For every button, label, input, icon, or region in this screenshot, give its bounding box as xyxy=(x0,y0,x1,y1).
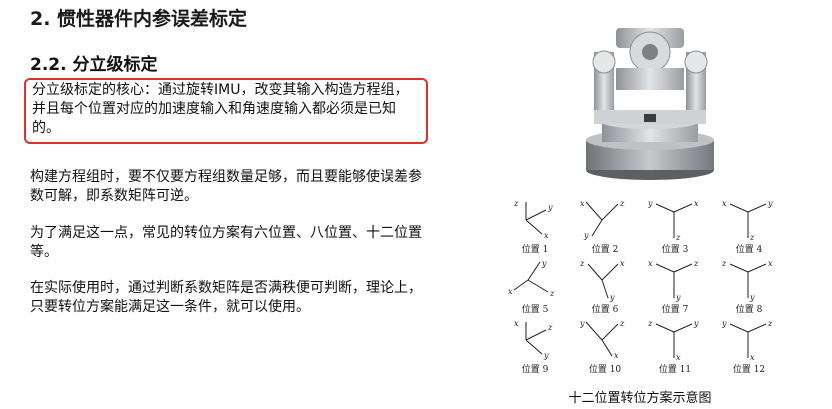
svg-text:x: x xyxy=(544,231,549,240)
position-5-diagram: y x z 位置 5 xyxy=(500,258,570,316)
svg-text:y: y xyxy=(722,319,727,328)
svg-text:x: x xyxy=(676,353,681,362)
svg-text:x: x xyxy=(620,259,625,268)
svg-text:x: x xyxy=(750,353,755,362)
svg-text:x: x xyxy=(508,287,513,296)
svg-text:x: x xyxy=(722,199,727,208)
svg-text:y: y xyxy=(579,319,585,328)
svg-text:z: z xyxy=(619,319,625,328)
position-label: 位置 4 xyxy=(735,245,763,255)
position-label: 位置 12 xyxy=(732,365,766,375)
figure-caption: 十二位置转位方案示意图 xyxy=(568,391,712,406)
svg-text:z: z xyxy=(619,199,625,208)
svg-text:y: y xyxy=(749,293,755,302)
position-2-diagram: x z y 位置 2 xyxy=(570,198,640,256)
svg-text:y: y xyxy=(541,259,547,268)
position-11-diagram: z y x 位置 11 xyxy=(640,318,710,376)
position-label: 位置 9 xyxy=(521,365,549,375)
twelve-position-diagram: z y x 位置 1 x z y 位置 2 y x z 位置 3 x y z 位置 4 y x z … xyxy=(500,198,784,376)
paragraph-2: 为了满足这一点，常见的转位方案有六位置、八位置、十二位置等。 xyxy=(30,225,422,260)
position-3-diagram: y x z 位置 3 xyxy=(640,198,710,256)
position-label: 位置 10 xyxy=(588,365,622,375)
svg-text:x: x xyxy=(580,199,585,208)
position-label: 位置 1 xyxy=(521,245,549,255)
position-4-diagram: x y z 位置 4 xyxy=(714,198,784,256)
svg-text:y: y xyxy=(693,319,699,328)
svg-text:x: x xyxy=(614,351,619,360)
svg-text:z: z xyxy=(648,319,653,328)
svg-text:y: y xyxy=(648,199,653,208)
svg-text:z: z xyxy=(675,233,681,242)
svg-text:y: y xyxy=(583,231,589,240)
svg-text:y: y xyxy=(675,293,681,302)
position-label: 位置 7 xyxy=(661,305,689,315)
svg-text:z: z xyxy=(513,199,519,208)
position-label: 位置 11 xyxy=(658,365,692,375)
svg-text:x: x xyxy=(768,259,773,268)
svg-text:z: z xyxy=(749,233,755,242)
svg-text:z: z xyxy=(549,289,555,298)
highlight-box: 分立级标定的核心：通过旋转IMU，改变其输入构造方程组，并且每个位置对应的加速度… xyxy=(24,78,428,144)
position-8-diagram: z x y 位置 8 xyxy=(714,258,784,316)
position-label: 位置 6 xyxy=(591,305,619,315)
position-7-diagram: x z y 位置 7 xyxy=(640,258,710,316)
position-1-diagram: z y x 位置 1 xyxy=(500,198,570,256)
svg-text:z: z xyxy=(767,319,773,328)
paragraph-1: 构建方程组时，要不仅要方程组数量足够，而且要能够使误差参数可解，即系数矩阵可逆。 xyxy=(30,169,422,204)
position-9-diagram: x z y 位置 9 xyxy=(500,318,570,376)
svg-text:z: z xyxy=(693,259,699,268)
position-label: 位置 5 xyxy=(521,305,549,315)
svg-text:x: x xyxy=(648,259,653,268)
svg-text:y: y xyxy=(543,351,549,360)
svg-text:x: x xyxy=(514,319,519,328)
svg-text:y: y xyxy=(609,293,615,302)
turntable-image xyxy=(560,22,740,182)
position-6-diagram: z x y 位置 6 xyxy=(570,258,640,316)
position-label: 位置 8 xyxy=(735,305,763,315)
paragraph-3: 在实际使用时，通过判断系数矩阵是否满秩便可判断，理论上，只要转位方案能满足这一条… xyxy=(30,280,422,315)
page-heading: 2. 惯性器件内参误差标定 xyxy=(30,8,248,30)
svg-text:z: z xyxy=(722,259,727,268)
svg-text:z: z xyxy=(547,323,553,332)
position-12-diagram: y z x 位置 12 xyxy=(714,318,784,376)
section-heading: 2.2. 分立级标定 xyxy=(30,55,158,75)
svg-text:z: z xyxy=(579,259,585,268)
svg-text:y: y xyxy=(547,203,553,212)
position-label: 位置 2 xyxy=(591,245,619,255)
position-label: 位置 3 xyxy=(661,245,689,255)
svg-text:y: y xyxy=(767,199,773,208)
highlight-text: 分立级标定的核心：通过旋转IMU，改变其输入构造方程组，并且每个位置对应的加速度… xyxy=(32,82,409,136)
position-10-diagram: y z x 位置 10 xyxy=(570,318,640,376)
svg-text:x: x xyxy=(694,199,699,208)
